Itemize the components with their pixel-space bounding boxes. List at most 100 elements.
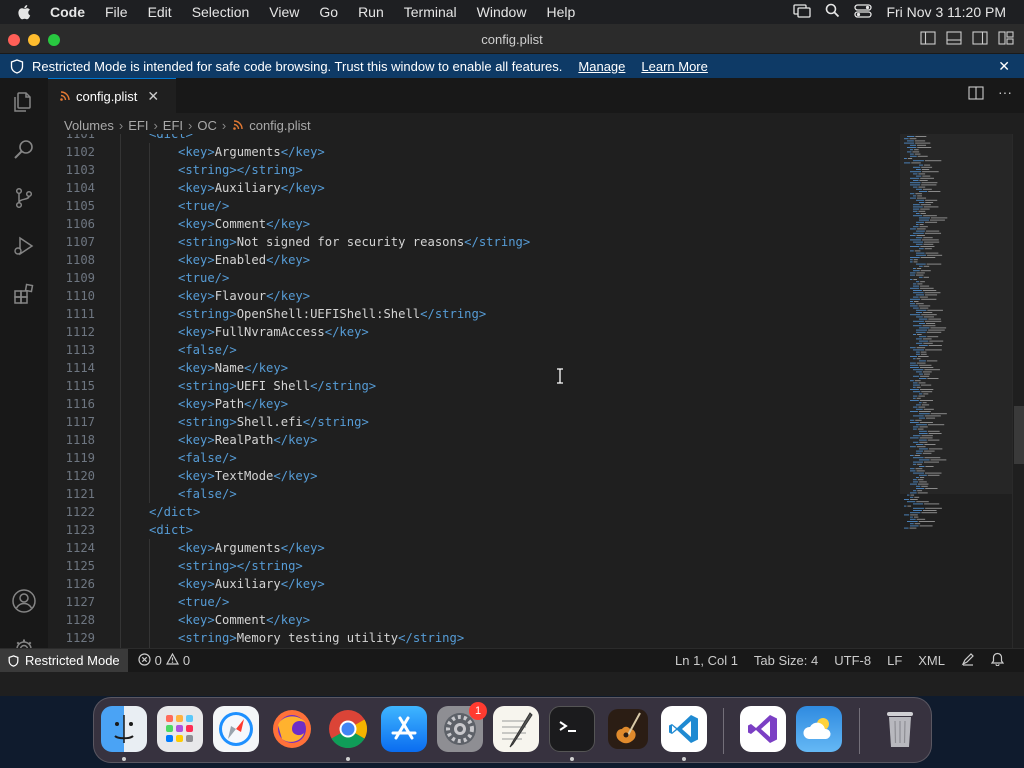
menu-file[interactable]: File (95, 0, 138, 24)
file-encoding[interactable]: UTF-8 (826, 653, 879, 668)
toggle-secondary-sidebar-icon[interactable] (972, 31, 988, 50)
weather-icon[interactable] (796, 706, 842, 752)
restricted-mode-status[interactable]: Restricted Mode (0, 649, 128, 672)
code-line[interactable]: 1102 <key>Arguments</key> (48, 143, 898, 161)
safari-icon[interactable] (213, 706, 259, 752)
code-line[interactable]: 1123 <dict> (48, 521, 898, 539)
code-editor[interactable]: 1101 <dict> 1102 <key>Arguments</key> 1103 <s… (48, 134, 1024, 672)
code-line[interactable]: 1124 <key>Arguments</key> (48, 539, 898, 557)
warning-count: 0 (182, 653, 191, 668)
close-tab-icon[interactable]: ✕ (147, 88, 159, 105)
code-text: <true/> (178, 269, 229, 287)
trash-icon[interactable] (877, 706, 923, 752)
split-editor-icon[interactable] (968, 86, 984, 105)
language-mode[interactable]: XML (910, 653, 953, 668)
visual-studio-icon[interactable] (740, 706, 786, 752)
minimap[interactable] (900, 134, 1012, 672)
code-line[interactable]: 1108 <key>Enabled</key> (48, 251, 898, 269)
code-line[interactable]: 1122 </dict> (48, 503, 898, 521)
vscode-icon[interactable] (661, 706, 707, 752)
feedback-icon[interactable] (953, 652, 983, 669)
launchpad-icon[interactable] (157, 706, 203, 752)
cursor-position[interactable]: Ln 1, Col 1 (667, 653, 746, 668)
code-line[interactable]: 1111 <string>OpenShell:UEFIShell:Shell</s… (48, 305, 898, 323)
code-line[interactable]: 1119 <false/> (48, 449, 898, 467)
manage-link[interactable]: Manage (578, 59, 625, 74)
scrollbar-thumb[interactable] (1014, 406, 1024, 464)
code-lines[interactable]: 1101 <dict> 1102 <key>Arguments</key> 1103 <s… (48, 134, 898, 665)
run-and-debug-icon[interactable] (0, 222, 48, 270)
code-line[interactable]: 1101 <dict> (48, 134, 898, 143)
breadcrumb-file[interactable]: config.plist (249, 118, 310, 133)
line-number: 1101 (65, 134, 95, 141)
code-line[interactable]: 1109 <true/> (48, 269, 898, 287)
menu-view[interactable]: View (259, 0, 309, 24)
extensions-icon[interactable] (0, 270, 48, 318)
code-line[interactable]: 1126 <key>Auxiliary</key> (48, 575, 898, 593)
accounts-icon[interactable] (0, 577, 48, 625)
spotlight-search-icon[interactable] (825, 3, 840, 21)
toggle-primary-sidebar-icon[interactable] (920, 31, 936, 50)
end-of-line[interactable]: LF (879, 653, 910, 668)
code-line[interactable]: 1120 <key>TextMode</key> (48, 467, 898, 485)
apple-menu-icon[interactable] (0, 4, 48, 20)
breadcrumb-efi[interactable]: EFI (128, 118, 148, 133)
code-line[interactable]: 1118 <key>RealPath</key> (48, 431, 898, 449)
menu-clock[interactable]: Fri Nov 3 11:20 PM (886, 4, 1006, 20)
app-store-icon[interactable] (381, 706, 427, 752)
firefox-icon[interactable] (269, 706, 315, 752)
customize-layout-icon[interactable] (998, 31, 1014, 50)
search-icon[interactable] (0, 126, 48, 174)
problems-status[interactable]: 0 0 (138, 652, 191, 669)
control-center-icon[interactable] (854, 3, 873, 21)
menu-window[interactable]: Window (467, 0, 537, 24)
code-line[interactable]: 1105 <true/> (48, 197, 898, 215)
code-line[interactable]: 1129 <string>Memory testing utility</stri… (48, 629, 898, 647)
menu-run[interactable]: Run (348, 0, 394, 24)
terminal-icon[interactable] (549, 706, 595, 752)
source-control-icon[interactable] (0, 174, 48, 222)
screen-mirroring-icon[interactable] (793, 3, 812, 21)
chrome-icon[interactable] (325, 706, 371, 752)
explorer-icon[interactable] (0, 78, 48, 126)
code-line[interactable]: 1103 <string></string> (48, 161, 898, 179)
menu-help[interactable]: Help (536, 0, 585, 24)
tab-config-plist[interactable]: config.plist ✕ (48, 78, 176, 113)
code-line[interactable]: 1125 <string></string> (48, 557, 898, 575)
minimap-line (910, 389, 919, 390)
garageband-icon[interactable] (605, 706, 651, 752)
code-line[interactable]: 1114 <key>Name</key> (48, 359, 898, 377)
menu-edit[interactable]: Edit (138, 0, 182, 24)
minimap-line (921, 391, 933, 393)
more-actions-icon[interactable]: ··· (998, 85, 1012, 105)
menu-selection[interactable]: Selection (182, 0, 260, 24)
close-banner-icon[interactable]: ✕ (998, 58, 1010, 75)
tab-size[interactable]: Tab Size: 4 (746, 653, 826, 668)
minimap-line (916, 228, 926, 230)
toggle-panel-icon[interactable] (946, 31, 962, 50)
code-line[interactable]: 1113 <false/> (48, 341, 898, 359)
menu-go[interactable]: Go (309, 0, 348, 24)
code-line[interactable]: 1110 <key>Flavour</key> (48, 287, 898, 305)
finder-icon[interactable] (101, 706, 147, 752)
notifications-bell-icon[interactable] (983, 652, 1012, 669)
vertical-scrollbar[interactable] (1012, 134, 1024, 672)
code-line[interactable]: 1121 <false/> (48, 485, 898, 503)
code-line[interactable]: 1117 <string>Shell.efi</string> (48, 413, 898, 431)
menu-terminal[interactable]: Terminal (394, 0, 467, 24)
code-line[interactable]: 1106 <key>Comment</key> (48, 215, 898, 233)
code-line[interactable]: 1128 <key>Comment</key> (48, 611, 898, 629)
code-line[interactable]: 1115 <string>UEFI Shell</string> (48, 377, 898, 395)
code-line[interactable]: 1116 <key>Path</key> (48, 395, 898, 413)
code-line[interactable]: 1107 <string>Not signed for security reas… (48, 233, 898, 251)
code-line[interactable]: 1112 <key>FullNvramAccess</key> (48, 323, 898, 341)
menu-app-name[interactable]: Code (48, 0, 95, 24)
learn-more-link[interactable]: Learn More (641, 59, 707, 74)
breadcrumb-volumes[interactable]: Volumes (64, 118, 114, 133)
code-line[interactable]: 1127 <true/> (48, 593, 898, 611)
textedit-icon[interactable] (493, 706, 539, 752)
minimap-line (904, 162, 911, 164)
breadcrumb-oc[interactable]: OC (197, 118, 217, 133)
breadcrumb-efi-2[interactable]: EFI (163, 118, 183, 133)
code-line[interactable]: 1104 <key>Auxiliary</key> (48, 179, 898, 197)
